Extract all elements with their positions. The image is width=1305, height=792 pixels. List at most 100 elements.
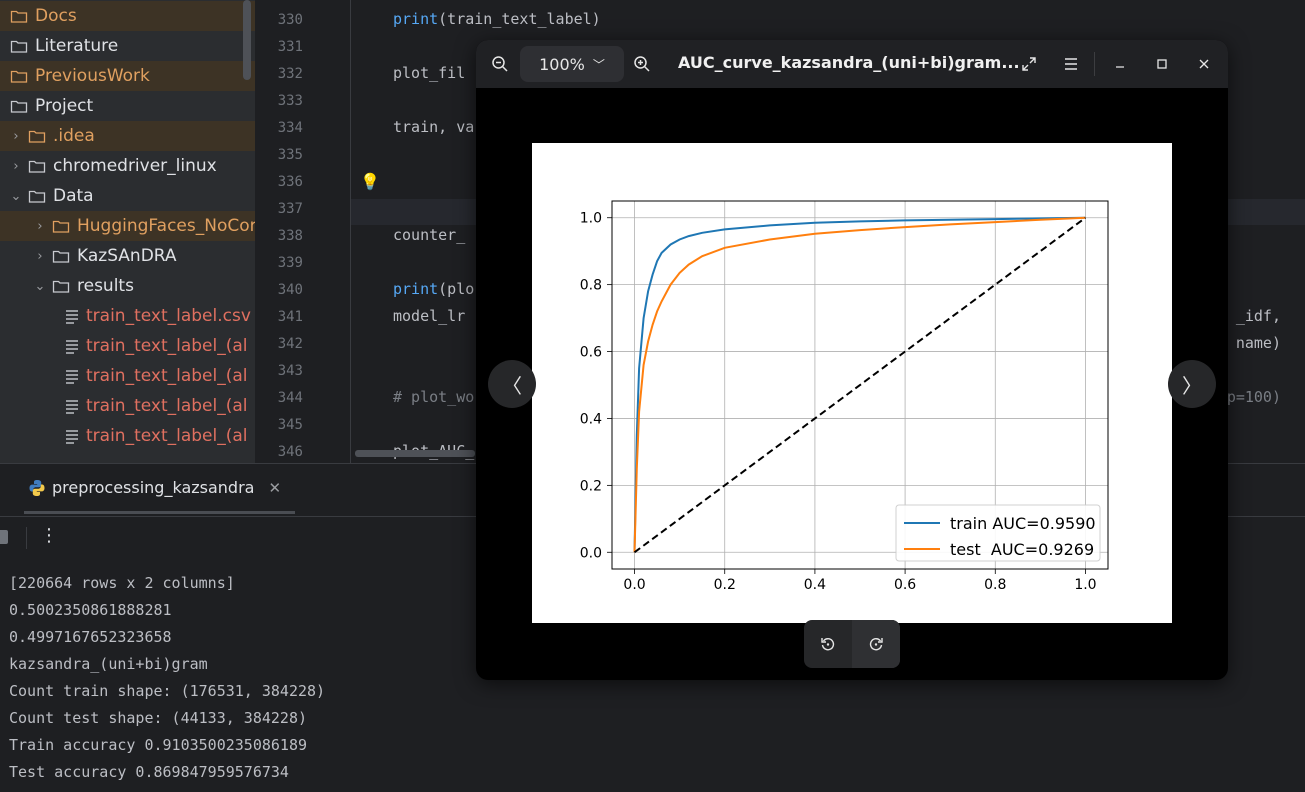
tree-item[interactable]: train_text_label_(al [0,361,255,391]
line-number: 332 [277,66,303,82]
code-line-fragment: name) [1235,334,1281,352]
y-tick-label: 0.4 [580,411,602,427]
console-line: Train accuracy 0.9103500235086189 [9,736,308,754]
chevron-down-icon[interactable]: ⌄ [32,279,48,294]
tree-item[interactable]: ⌄ results [0,271,255,301]
line-number: 334 [277,120,303,136]
close-icon[interactable] [1190,50,1218,78]
tree-item-label: train_text_label_(al [86,336,248,356]
legend-label: train AUC=0.9590 [950,514,1096,533]
tree-item[interactable]: train_text_label_(al [0,331,255,361]
tree-item[interactable]: › HuggingFaces_NoCor [0,211,255,241]
rotate-right-icon[interactable] [852,620,900,668]
y-tick-label: 0.6 [580,345,602,361]
zoom-level: 100% [539,54,585,74]
chevron-right-icon[interactable]: › [32,219,48,234]
code-line: counter_ [393,226,466,244]
tree-item-label: PreviousWork [35,66,150,86]
rotate-toolbar [804,620,900,668]
legend-label: test AUC=0.9269 [950,540,1094,559]
line-number: 339 [277,255,303,271]
console-line: kazsandra_(uni+bi)gram [9,655,208,673]
tree-item-label: Project [35,96,94,116]
tree-item[interactable]: Literature [0,31,255,61]
code-line: model_lr [393,307,466,325]
line-number: 343 [277,363,303,379]
tree-item-label: train_text_label_(al [86,426,248,446]
line-number: 346 [277,444,303,460]
folder-icon [10,98,30,114]
code-line-fragment: p=100) [1226,388,1281,406]
tree-item[interactable]: ⌄ Data [0,181,255,211]
zoom-in-icon[interactable] [628,50,656,78]
folder-icon [28,128,48,144]
text-file-icon [64,428,80,444]
tree-item[interactable]: › chromedriver_linux [0,151,255,181]
lightbulb-icon[interactable]: 💡 [360,172,380,191]
line-number: 331 [277,39,303,55]
tree-item-label: Data [53,186,94,206]
run-tab[interactable]: preprocessing_kazsandra ✕ [28,478,281,497]
close-icon[interactable]: ✕ [268,479,281,497]
minimize-icon[interactable] [1106,50,1134,78]
tree-item[interactable]: › .idea [0,121,255,151]
folder-icon [28,158,48,174]
folder-icon [28,188,48,204]
header-divider [1094,52,1095,76]
python-icon [29,479,45,496]
tree-item[interactable]: Docs [0,1,255,31]
tree-item-label: train_text_label_(al [86,396,248,416]
folder-icon [52,278,72,294]
console-line: Count test shape: (44133, 384228) [9,709,308,727]
text-file-icon [64,308,80,324]
line-number: 340 [277,282,303,298]
viewer-title: AUC_curve_kazsandra_(uni+bi)gram... [678,53,1020,72]
x-tick-label: 1.0 [1074,577,1096,593]
tree-item[interactable]: train_text_label_(al [0,421,255,451]
console-line: Count train shape: (176531, 384228) [9,682,326,700]
line-number: 336 [277,174,303,190]
line-number: 341 [277,309,303,325]
tree-item[interactable]: PreviousWork [0,61,255,91]
tree-item[interactable]: train_text_label.csv [0,301,255,331]
console-line: 0.4997167652323658 [9,628,172,646]
tree-item[interactable]: › KazSAnDRA [0,241,255,271]
chevron-right-icon[interactable]: › [8,129,24,144]
tree-item-label: Literature [35,36,119,56]
tree-item-label: Docs [35,6,77,26]
tree-item-label: chromedriver_linux [53,156,217,176]
maximize-icon[interactable] [1148,50,1176,78]
active-tab-indicator [24,511,295,514]
folder-icon [10,8,30,24]
chance-line [633,216,1087,554]
line-number: 345 [277,417,303,433]
x-tick-label: 0.2 [714,577,736,593]
chevron-left-icon[interactable]: 〈 [488,360,536,408]
chevron-right-icon[interactable]: › [8,159,24,174]
folder-icon [52,218,72,234]
zoom-level-dropdown[interactable]: 100% ﹀ [520,46,624,82]
menu-icon[interactable] [1057,50,1085,78]
editor-scrollbar[interactable] [355,450,475,457]
y-tick-label: 0.0 [580,545,602,561]
zoom-out-icon[interactable] [486,50,514,78]
code-line: # plot_wo [393,388,475,406]
tree-scrollbar[interactable] [243,0,251,80]
stop-button[interactable] [0,530,8,544]
tree-item[interactable]: train_text_label_(al [0,391,255,421]
rotate-left-icon[interactable] [804,620,852,668]
line-number: 337 [277,201,303,217]
code-line: train, va [393,118,475,136]
project-tree: Docs Literature PreviousWork Project › .idea ›… [0,0,255,463]
chevron-down-icon[interactable]: ⌄ [8,189,24,204]
y-tick-label: 0.8 [580,278,602,294]
tree-item-label: HuggingFaces_NoCor [77,216,255,236]
chevron-right-icon[interactable]: › [32,249,48,264]
viewer-header: 100% ﹀ AUC_curve_kazsandra_(uni+bi)gram.… [476,40,1228,88]
code-line: plot_fil [393,64,466,82]
fullscreen-icon[interactable] [1015,50,1043,78]
chevron-down-icon: ﹀ [592,57,605,72]
chevron-right-icon[interactable]: 〉 [1168,360,1216,408]
tree-item[interactable]: Project [0,91,255,121]
more-options-icon[interactable]: ⋮ [40,525,58,546]
